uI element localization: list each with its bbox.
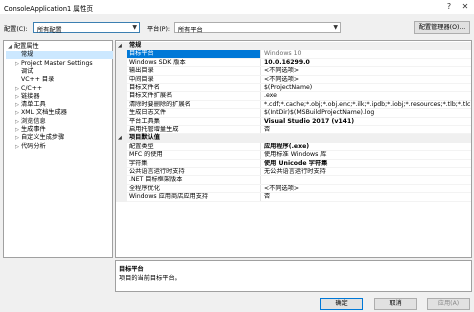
tree-item-label: C/C++ xyxy=(21,84,43,92)
tree-item-label: 浏览信息 xyxy=(21,117,46,125)
close-button[interactable]: ✕ xyxy=(459,1,471,13)
tree-item[interactable]: ▷ C/C++ xyxy=(6,85,113,93)
config-select[interactable]: 所有配置 ▼ xyxy=(33,22,140,34)
row-gutter xyxy=(116,92,127,101)
config-select-value: 所有配置 xyxy=(37,26,62,34)
property-row[interactable]: 目标文件扩展名 .exe xyxy=(116,92,471,101)
description-title: 目标平台 xyxy=(119,266,144,273)
tree-item-label: 常规 xyxy=(21,51,34,59)
tree-item-label: VC++ 目录 xyxy=(21,76,55,84)
tree-item-label: 生成事件 xyxy=(21,126,46,133)
property-row[interactable]: 中间目录 <不同选项> xyxy=(116,75,471,84)
property-row[interactable]: 公共语言运行时支持 无公共语言运行时支持 xyxy=(116,168,471,177)
property-row[interactable]: .NET 目标框架版本 xyxy=(116,176,471,185)
tree-item[interactable]: 调试 xyxy=(6,68,113,76)
property-row[interactable]: 启用托管增量生成否 xyxy=(116,126,471,135)
expand-arrow-icon[interactable]: ▷ xyxy=(13,101,21,109)
row-gutter xyxy=(116,75,127,84)
expand-arrow-icon[interactable]: ▷ xyxy=(13,60,21,68)
chevron-down-icon: ▼ xyxy=(333,24,338,31)
tree-item-label: 自定义生成步骤 xyxy=(21,134,65,142)
expand-arrow-icon[interactable]: ◢ xyxy=(6,43,14,51)
ok-button[interactable]: 确定 xyxy=(320,298,363,310)
expand-arrow-icon[interactable]: ▷ xyxy=(13,134,21,142)
tree-item[interactable]: VC++ 目录 xyxy=(6,76,113,84)
tree-item[interactable]: ◢ 配置属性 xyxy=(6,43,113,51)
platform-select-value: 所有平台 xyxy=(178,26,203,34)
property-row[interactable]: MFC 的使用 使用标准 Windows 库 xyxy=(116,151,471,160)
platform-label: 平台(P): xyxy=(147,26,171,33)
tree-item-label: 代码分析 xyxy=(21,142,46,150)
expand-arrow-icon[interactable]: ▷ xyxy=(13,143,21,151)
property-category[interactable]: ◢ 项目默认值 xyxy=(116,134,471,143)
cancel-button[interactable]: 取消 xyxy=(374,298,417,310)
row-gutter xyxy=(116,184,127,194)
apply-button[interactable]: 应用(A) xyxy=(427,298,470,310)
property-row[interactable]: 字符集 使用 Unicode 字符集 xyxy=(116,159,471,168)
row-gutter xyxy=(116,176,127,185)
property-row[interactable]: 平台工具集 Visual Studio 2017 (v141) xyxy=(116,117,471,126)
property-row[interactable]: Windows SDK 版本 10.0.16299.0 xyxy=(116,58,471,68)
property-row[interactable]: 生成日志文件 $(IntDir)$(MSBuildProjectName).log xyxy=(116,109,471,118)
row-gutter xyxy=(116,109,127,118)
platform-select[interactable]: 所有平台 ▼ xyxy=(174,22,341,34)
row-gutter xyxy=(116,67,127,76)
row-gutter xyxy=(116,193,127,202)
tree-item[interactable]: ▷ Project Master Settings xyxy=(6,60,113,68)
tree-item[interactable]: ▷ 清单工具 xyxy=(6,101,113,109)
property-category[interactable]: ◢ 常规 xyxy=(116,42,471,51)
expand-arrow-icon[interactable]: ▷ xyxy=(13,85,21,93)
collapse-arrow-icon[interactable]: ◢ xyxy=(118,134,122,142)
expand-arrow-icon[interactable]: ▷ xyxy=(13,118,21,126)
property-row[interactable]: 输出目录 <不同选项> xyxy=(116,67,471,76)
row-gutter xyxy=(116,117,127,126)
expand-arrow-icon[interactable]: ▷ xyxy=(13,93,21,101)
expand-arrow-icon[interactable]: ▷ xyxy=(13,126,21,134)
tree-item[interactable]: 常规 xyxy=(6,51,113,60)
config-manager-button[interactable]: 配置管理器(O)... xyxy=(414,21,470,34)
property-row[interactable]: 清除时要删除的扩展名 *.cdf;*.cache;*.obj;*.obj.enc;… xyxy=(116,100,471,110)
tree-item-label: 调试 xyxy=(21,67,34,75)
property-category-label: 项目默认值 xyxy=(129,134,160,142)
title-bar: ConsoleApplication1 属性页 ? ✕ xyxy=(0,0,474,14)
help-button[interactable]: ? xyxy=(443,1,455,13)
chevron-down-icon: ▼ xyxy=(132,24,137,31)
row-gutter xyxy=(116,50,127,59)
row-gutter xyxy=(116,126,127,135)
tree-item[interactable]: ▷ 浏览信息 xyxy=(6,118,113,126)
expand-arrow-icon[interactable]: ▷ xyxy=(13,109,21,117)
tree-item-label: 清单工具 xyxy=(21,101,46,109)
config-label: 配置(C): xyxy=(4,26,28,33)
tree-item[interactable]: ▷ 代码分析 xyxy=(6,143,113,151)
property-row[interactable]: 全程序优化 <不同选项> xyxy=(116,184,471,194)
tree-item-label: XML 文档生成器 xyxy=(21,109,67,117)
tree-item[interactable]: ▷ 自定义生成步骤 xyxy=(6,134,113,142)
row-gutter xyxy=(116,58,127,68)
tree-item[interactable]: ▷ XML 文档生成器 xyxy=(6,109,113,117)
description-text: 项目的当前目标平台。 xyxy=(119,275,181,282)
property-row[interactable]: Windows 应用商店应用支持否 xyxy=(116,193,471,202)
row-gutter xyxy=(116,159,127,168)
property-tree: ◢ 配置属性 常规 ▷ Project Master Settings 调试 VC++ 目录… xyxy=(3,40,113,258)
row-gutter xyxy=(116,151,127,160)
property-row[interactable]: 目标平台 Windows 10 xyxy=(116,50,471,59)
collapse-arrow-icon[interactable]: ◢ xyxy=(118,42,122,50)
description-pane: 目标平台 项目的当前目标平台。 xyxy=(115,260,472,292)
property-category-label: 常规 xyxy=(129,42,142,49)
row-gutter xyxy=(116,100,127,110)
property-row[interactable]: 目标文件名 $(ProjectName) xyxy=(116,84,471,93)
window-title: ConsoleApplication1 属性页 xyxy=(4,5,94,13)
tree-item-label: 链接器 xyxy=(21,92,40,100)
tree-item[interactable]: ▷ 链接器 xyxy=(6,93,113,101)
property-grid: ◢ 常规 目标平台 Windows 10 Windows SDK 版本 10.0.1629… xyxy=(115,40,472,258)
row-gutter xyxy=(116,84,127,93)
property-row[interactable]: 配置类型 应用程序(.exe) xyxy=(116,142,471,152)
row-gutter xyxy=(116,168,127,177)
row-gutter xyxy=(116,142,127,152)
row-divider xyxy=(127,200,471,202)
tree-item[interactable]: ▷ 生成事件 xyxy=(6,126,113,134)
tree-item-label: Project Master Settings xyxy=(21,59,93,67)
tree-item-label: 配置属性 xyxy=(14,43,39,50)
